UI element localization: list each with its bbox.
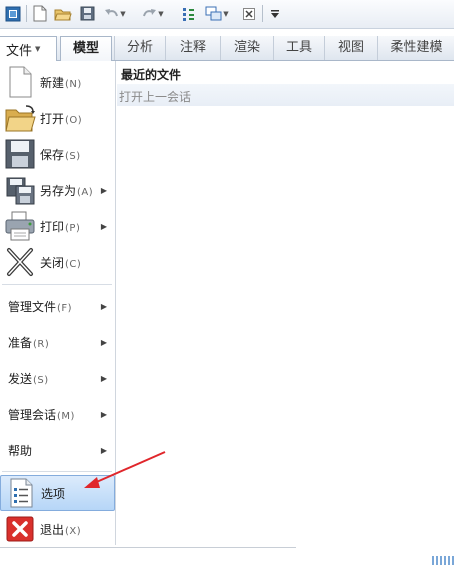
shortcut-key: (F) — [57, 302, 73, 314]
open-folder-icon[interactable] — [53, 4, 73, 23]
menu-item-label: 打印 — [40, 219, 65, 234]
menu-item-exit[interactable]: 退出(X) — [0, 513, 115, 545]
open-folder-icon — [5, 105, 36, 132]
recent-file-item[interactable]: 打开上一会话 — [119, 88, 191, 105]
menu-item-options[interactable]: 选项 — [0, 475, 115, 511]
menu-item-label: 保存 — [40, 147, 65, 162]
submenu-arrow-icon: ▶ — [100, 221, 107, 231]
divider — [0, 547, 296, 548]
submenu-arrow-icon: ▶ — [100, 445, 107, 455]
menu-item-label: 发送 — [8, 371, 33, 386]
tab-analysis[interactable]: 分析 — [114, 36, 165, 60]
recent-files-title: 最近的文件 — [121, 68, 182, 82]
menu-item-label: 新建 — [40, 75, 65, 90]
printer-icon — [5, 211, 35, 241]
menu-item-label: 退出 — [40, 522, 65, 537]
tab-render[interactable]: 渲染 — [220, 36, 273, 60]
shortcut-key: (O) — [65, 114, 83, 126]
menu-item-close[interactable]: 关闭(C) — [0, 245, 115, 279]
tab-tools[interactable]: 工具 — [273, 36, 324, 60]
menu-item-manage-session[interactable]: 管理会话(M) ▶ — [0, 397, 115, 431]
file-tab[interactable]: 文件 ▼ — [0, 36, 57, 61]
shortcut-key: (C) — [65, 258, 82, 270]
resize-grip-icon — [432, 556, 454, 565]
submenu-arrow-icon: ▶ — [100, 409, 107, 419]
window-icon[interactable] — [4, 4, 22, 23]
menu-separator — [2, 284, 112, 285]
redo-icon[interactable]: ▼ — [140, 4, 166, 23]
submenu-arrow-icon: ▶ — [100, 185, 107, 195]
menu-item-label: 管理文件 — [8, 299, 57, 314]
menu-item-print[interactable]: 打印(P) ▶ — [0, 209, 115, 243]
submenu-arrow-icon: ▶ — [100, 301, 107, 311]
submenu-arrow-icon: ▶ — [100, 373, 107, 383]
new-file-icon[interactable] — [31, 4, 49, 23]
menu-item-label: 选项 — [41, 486, 66, 501]
save-icon[interactable] — [78, 4, 96, 23]
file-tab-label: 文件 — [6, 43, 33, 59]
customize-toolbar-icon[interactable] — [267, 4, 283, 23]
close-x-icon — [7, 248, 33, 276]
shortcut-key: (A) — [77, 186, 94, 198]
submenu-arrow-icon: ▶ — [100, 337, 107, 347]
menu-item-send[interactable]: 发送(S) ▶ — [0, 361, 115, 395]
menu-item-save-as[interactable]: 另存为(A) ▶ — [0, 173, 115, 207]
menu-item-prepare[interactable]: 准备(R) ▶ — [0, 325, 115, 359]
shortcut-key: (M) — [57, 410, 75, 422]
file-menu: 新建(N) 打开(O) 保存(S) 另存为(A) ▶ 打印(P) ▶ 关闭(C)… — [0, 61, 116, 545]
new-document-icon — [9, 66, 32, 98]
shortcut-key: (S) — [33, 374, 49, 386]
save-disk-icon — [5, 139, 35, 169]
menu-item-label: 管理会话 — [8, 407, 57, 422]
menu-item-manage-file[interactable]: 管理文件(F) ▶ — [0, 289, 115, 323]
menu-separator — [2, 471, 112, 472]
menu-item-label: 另存为 — [40, 183, 77, 198]
menu-item-new[interactable]: 新建(N) — [0, 65, 115, 99]
save-as-icon — [6, 177, 35, 205]
menu-item-help[interactable]: 帮助 ▶ — [0, 433, 115, 467]
chevron-down-icon: ▼ — [35, 45, 41, 53]
menu-item-label: 准备 — [8, 335, 33, 350]
menu-item-label: 帮助 — [8, 443, 33, 458]
shortcut-key: (P) — [65, 222, 81, 234]
menu-item-label: 打开 — [40, 111, 65, 126]
undo-icon[interactable]: ▼ — [102, 4, 128, 23]
menu-item-label: 关闭 — [40, 255, 65, 270]
shortcut-key: (R) — [33, 338, 50, 350]
tab-annotate[interactable]: 注释 — [165, 36, 220, 60]
tab-view[interactable]: 视图 — [324, 36, 377, 60]
options-list-icon — [10, 478, 33, 508]
shortcut-key: (S) — [65, 150, 81, 162]
regenerate-icon[interactable] — [179, 4, 197, 23]
close-window-icon[interactable] — [241, 4, 257, 23]
menu-item-save[interactable]: 保存(S) — [0, 137, 115, 171]
exit-icon — [6, 516, 34, 542]
shortcut-key: (N) — [65, 78, 82, 90]
tab-model[interactable]: 模型 — [60, 36, 112, 61]
tab-flexible-modeling[interactable]: 柔性建模 — [377, 36, 454, 60]
quick-access-toolbar: ▼ ▼ ▼ — [0, 0, 454, 29]
windows-icon[interactable]: ▼ — [202, 4, 232, 23]
menu-item-open[interactable]: 打开(O) — [0, 101, 115, 135]
shortcut-key: (X) — [65, 525, 82, 537]
